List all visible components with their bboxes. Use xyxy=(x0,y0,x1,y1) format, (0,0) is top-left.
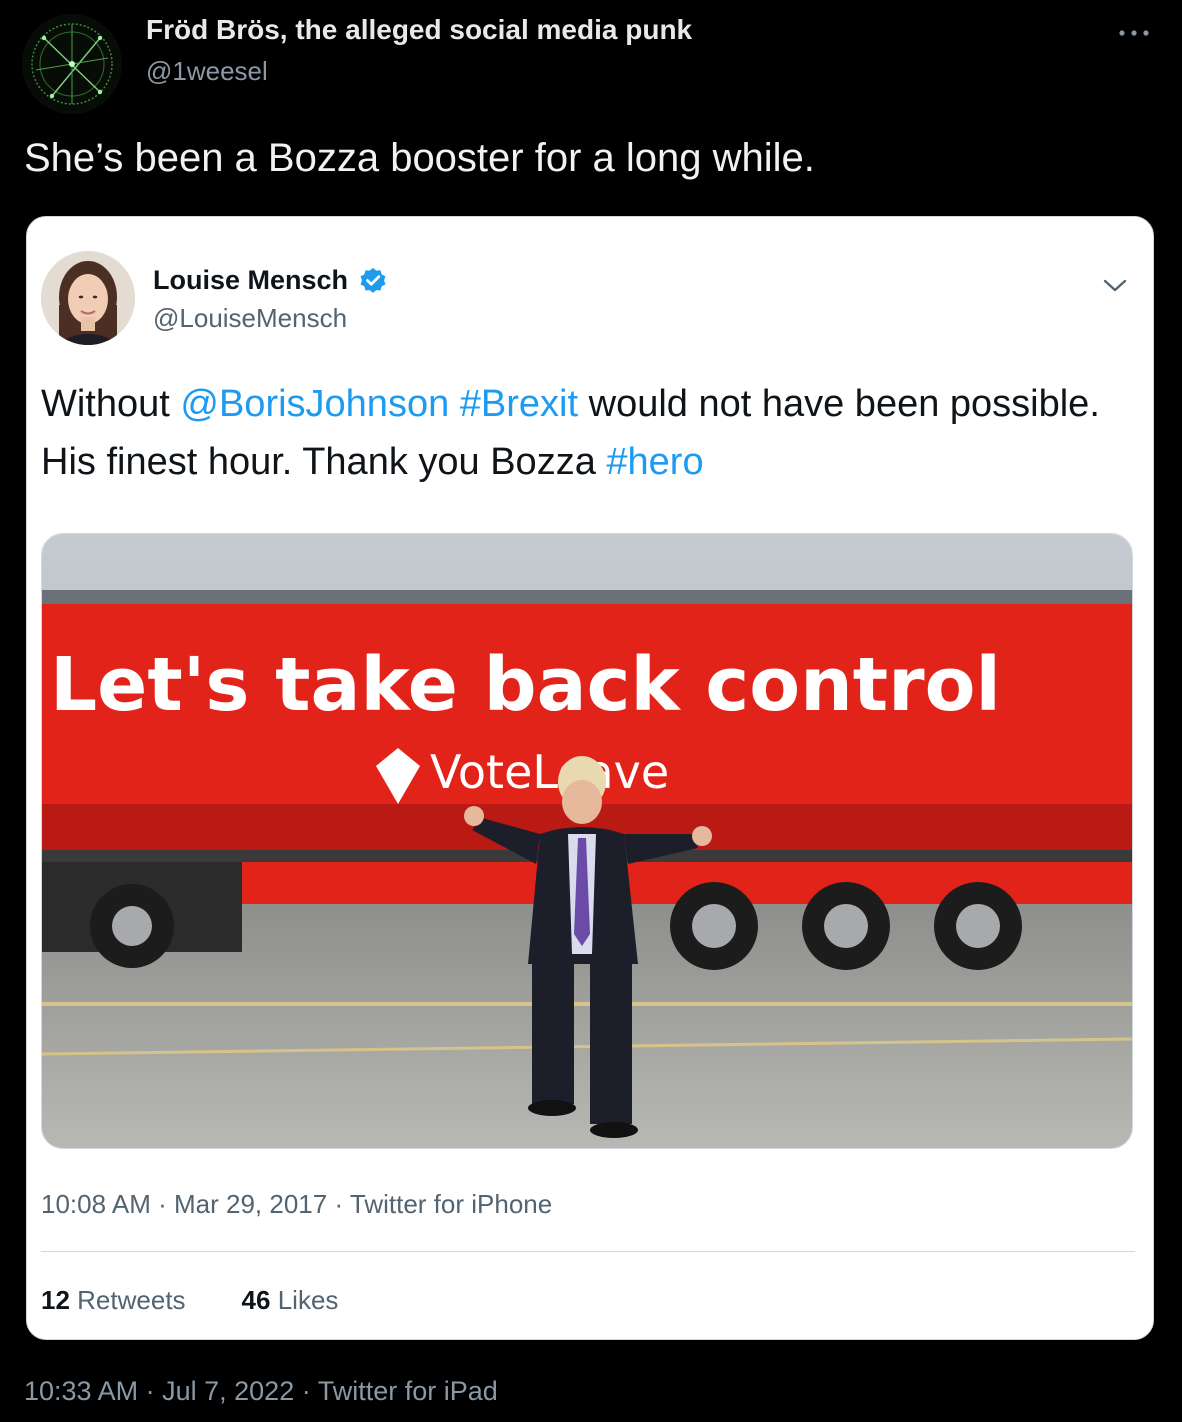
chevron-down-icon xyxy=(1103,279,1127,292)
author-handle[interactable]: @1weesel xyxy=(146,56,268,87)
more-options-button[interactable] xyxy=(1112,18,1156,48)
quoted-author-avatar[interactable] xyxy=(41,251,135,345)
avatar-art xyxy=(31,23,113,105)
tweet-time[interactable]: 10:33 AM xyxy=(24,1376,138,1406)
quoted-tweet-meta: 10:08 AM · Mar 29, 2017 · Twitter for iP… xyxy=(41,1189,552,1220)
mention-link[interactable]: @BorisJohnson xyxy=(180,383,449,425)
quoted-tweet-card[interactable]: Louise Mensch @LouiseMensch Without @Bor… xyxy=(26,216,1154,1340)
tweet-source[interactable]: Twitter for iPad xyxy=(318,1376,498,1406)
banner-brand: VoteLeave xyxy=(430,745,669,799)
photo-illustration: Let's take back control VoteLeave xyxy=(42,534,1132,1148)
divider xyxy=(41,1251,1135,1252)
quoted-text-part: Without xyxy=(41,383,181,425)
separator-dot: · xyxy=(334,1189,344,1219)
hashtag-link[interactable]: #hero xyxy=(606,441,703,483)
banner-slogan: Let's take back control xyxy=(50,642,1001,728)
quoted-text-part xyxy=(449,383,460,425)
retweets-label: Retweets xyxy=(77,1285,186,1315)
retweets-count: 12 xyxy=(41,1285,70,1315)
separator-dot: · xyxy=(145,1376,155,1406)
author-name[interactable]: Fröd Brös, the alleged social media punk xyxy=(146,14,692,46)
likes-count: 46 xyxy=(241,1285,271,1315)
portrait-illustration xyxy=(41,251,135,345)
quoted-time[interactable]: 10:08 AM xyxy=(41,1189,151,1219)
author-avatar[interactable] xyxy=(22,14,122,114)
verified-badge-icon xyxy=(360,267,386,293)
quoted-stats: 12 Retweets 46 Likes xyxy=(41,1285,338,1316)
tweet-meta: 10:33 AM · Jul 7, 2022 · Twitter for iPa… xyxy=(24,1376,498,1407)
quoted-date[interactable]: Mar 29, 2017 xyxy=(174,1189,327,1219)
tweet-text: She’s been a Bozza booster for a long wh… xyxy=(24,136,815,180)
quoted-author-name[interactable]: Louise Mensch xyxy=(153,265,348,296)
quoted-author-row: Louise Mensch xyxy=(153,265,388,296)
hashtag-link[interactable]: #Brexit xyxy=(460,383,578,425)
likes-label: Likes xyxy=(277,1285,339,1315)
separator-dot: · xyxy=(301,1376,311,1406)
quoted-tweet-text: Without @BorisJohnson #Brexit would not … xyxy=(41,375,1131,491)
quoted-author-handle[interactable]: @LouiseMensch xyxy=(153,303,347,334)
more-horizontal-icon xyxy=(1119,30,1149,36)
likes-stat[interactable]: 46 Likes xyxy=(242,1285,339,1316)
tweet-date[interactable]: Jul 7, 2022 xyxy=(162,1376,294,1406)
tweet-photo[interactable]: Let's take back control VoteLeave xyxy=(41,533,1133,1149)
separator-dot: · xyxy=(158,1189,167,1219)
caret-menu-button[interactable] xyxy=(1097,267,1133,303)
quoted-source[interactable]: Twitter for iPhone xyxy=(350,1189,552,1219)
retweets-stat[interactable]: 12 Retweets xyxy=(41,1285,186,1316)
